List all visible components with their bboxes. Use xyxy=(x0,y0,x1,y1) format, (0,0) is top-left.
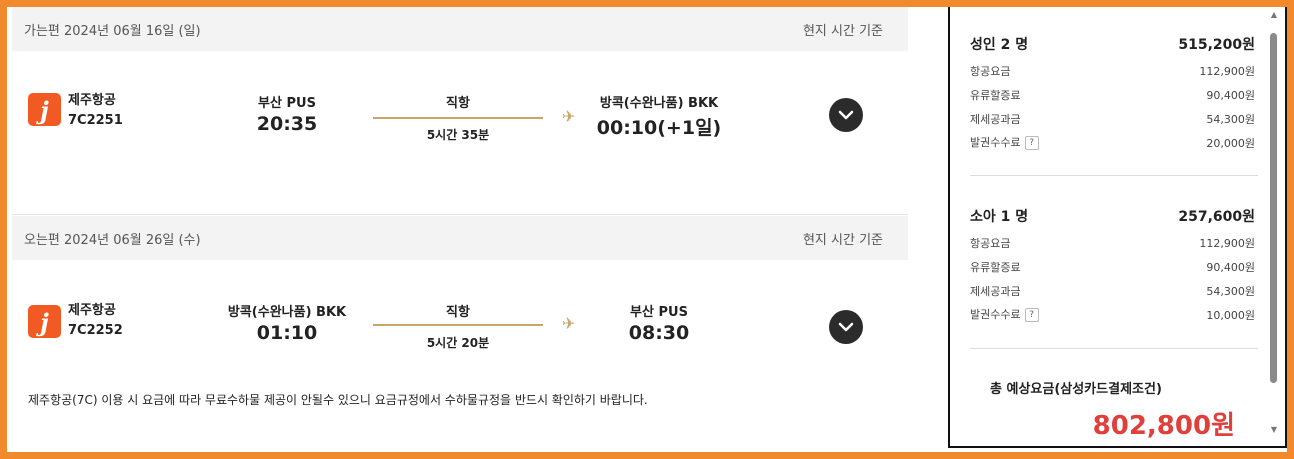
plane-icon: ✈ xyxy=(562,314,576,333)
adult-ticketing-fee-value: 20,000원 xyxy=(1206,137,1255,150)
outbound-arrival-time: 00:10(+1일) xyxy=(596,117,722,139)
outbound-arrival-city: 방콕(수완나품) BKK xyxy=(599,96,719,111)
outbound-flight-row: j 제주항공 7C2251 부산 PUS 20:35 직항 5시간 35분 ✈ … xyxy=(7,69,947,149)
total-estimate-label: 총 예상요금(삼성카드결제조건) xyxy=(990,382,1162,397)
child-fare-label: 항공요금 xyxy=(970,237,1011,250)
scroll-up-arrow-icon[interactable]: ▲ xyxy=(1271,10,1277,19)
ticketing-fee-text: 발권수수료 xyxy=(970,308,1021,321)
adult-fare-label: 항공요금 xyxy=(970,65,1011,78)
flight-number: 7C2252 xyxy=(68,323,123,338)
jeju-air-logo: j xyxy=(28,93,61,126)
adult-tax-value: 54,300원 xyxy=(1206,113,1255,126)
inbound-departure-city: 방콕(수완나품) BKK xyxy=(227,305,347,320)
child-tax-label: 제세공과금 xyxy=(970,285,1021,298)
inbound-duration: 5시간 20분 xyxy=(426,336,490,350)
outbound-date: 가는편 2024년 06월 16일 (일) xyxy=(24,24,201,39)
outbound-duration: 5시간 35분 xyxy=(426,128,490,142)
plane-icon: ✈ xyxy=(562,107,576,126)
adult-fuel-value: 90,400원 xyxy=(1206,89,1255,102)
scroll-down-arrow-icon[interactable]: ▼ xyxy=(1271,425,1277,434)
chevron-down-icon xyxy=(838,322,854,332)
adult-count: 성인 2 명 xyxy=(970,37,1029,53)
airline-name: 제주항공 xyxy=(68,303,116,318)
outbound-route-type: 직항 xyxy=(446,96,470,111)
child-fuel-label: 유류할증료 xyxy=(970,261,1021,274)
outbound-route-line xyxy=(373,117,543,119)
help-icon[interactable]: ? xyxy=(1024,136,1039,150)
child-subtotal: 257,600원 xyxy=(1178,209,1255,225)
inbound-airline: 제주항공 7C2252 xyxy=(68,301,123,341)
fare-summary-panel: 성인 2 명 515,200원 항공요금 112,900원 유류할증료 90,4… xyxy=(948,7,1287,448)
outbound-airline: 제주항공 7C2251 xyxy=(68,91,123,131)
summary-divider xyxy=(970,348,1258,349)
outbound-timezone-note: 현지 시간 기준 xyxy=(802,24,883,39)
adult-ticketing-fee-label: 발권수수료? xyxy=(970,134,1039,150)
adult-fare-value: 112,900원 xyxy=(1199,65,1255,78)
page-frame: 가는편 2024년 06월 16일 (일) 현지 시간 기준 j 제주항공 7C… xyxy=(7,7,1287,452)
total-estimate-amount: 802,800원 xyxy=(1092,411,1235,441)
child-count: 소아 1 명 xyxy=(970,209,1029,225)
chevron-down-icon xyxy=(838,110,854,120)
child-tax-value: 54,300원 xyxy=(1206,285,1255,298)
summary-divider xyxy=(970,175,1258,176)
inbound-route-line xyxy=(373,324,543,326)
inbound-departure-time: 01:10 xyxy=(256,322,318,344)
child-ticketing-fee-value: 10,000원 xyxy=(1206,309,1255,322)
outbound-expand-button[interactable] xyxy=(829,98,863,132)
jeju-air-logo: j xyxy=(28,305,61,338)
child-fuel-value: 90,400원 xyxy=(1206,261,1255,274)
scrollbar-thumb[interactable] xyxy=(1270,33,1277,383)
outbound-header: 가는편 2024년 06월 16일 (일) 현지 시간 기준 xyxy=(12,7,908,51)
segment-divider xyxy=(12,214,908,215)
inbound-timezone-note: 현지 시간 기준 xyxy=(802,233,883,248)
adult-subtotal: 515,200원 xyxy=(1178,37,1255,53)
outbound-departure-city: 부산 PUS xyxy=(258,96,316,111)
ticketing-fee-text: 발권수수료 xyxy=(970,136,1021,149)
inbound-arrival-time: 08:30 xyxy=(628,322,690,344)
inbound-route-type: 직항 xyxy=(446,305,470,320)
child-fare-value: 112,900원 xyxy=(1199,237,1255,250)
adult-fuel-label: 유류할증료 xyxy=(970,89,1021,102)
itinerary-list: 가는편 2024년 06월 16일 (일) 현지 시간 기준 j 제주항공 7C… xyxy=(7,7,947,452)
baggage-notice: 제주항공(7C) 이용 시 요금에 따라 무료수하물 제공이 안될수 있으니 요… xyxy=(28,393,648,407)
airline-name: 제주항공 xyxy=(68,93,116,108)
help-icon[interactable]: ? xyxy=(1024,308,1039,322)
adult-tax-label: 제세공과금 xyxy=(970,113,1021,126)
inbound-flight-row: j 제주항공 7C2252 방콕(수완나품) BKK 01:10 직항 5시간 … xyxy=(7,281,947,361)
outbound-departure-time: 20:35 xyxy=(256,113,318,135)
inbound-expand-button[interactable] xyxy=(829,310,863,344)
child-ticketing-fee-label: 발권수수료? xyxy=(970,306,1039,322)
flight-number: 7C2251 xyxy=(68,113,123,128)
inbound-header: 오는편 2024년 06월 26일 (수) 현지 시간 기준 xyxy=(12,216,908,260)
inbound-arrival-city: 부산 PUS xyxy=(630,305,688,320)
inbound-date: 오는편 2024년 06월 26일 (수) xyxy=(24,233,201,248)
